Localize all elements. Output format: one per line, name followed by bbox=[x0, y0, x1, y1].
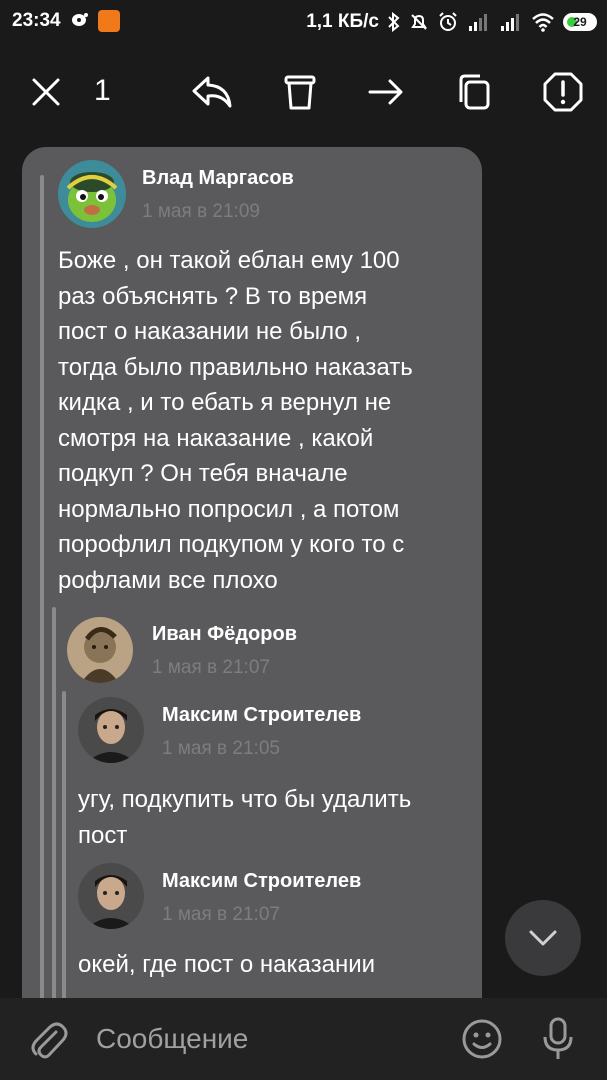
copy-button[interactable] bbox=[450, 68, 498, 116]
signal-icon-1 bbox=[469, 14, 487, 31]
avatar-image bbox=[58, 160, 126, 228]
message-input[interactable]: Сообщение bbox=[96, 1022, 436, 1056]
selection-toolbar: 1 bbox=[0, 44, 607, 140]
reply-icon bbox=[192, 76, 232, 108]
mute-icon bbox=[411, 14, 427, 30]
forward-button[interactable] bbox=[362, 68, 410, 116]
quote2-text: угу, подкупить что бы удалить пост bbox=[78, 786, 412, 849]
signal-icon-2 bbox=[501, 14, 519, 31]
avatar-image bbox=[67, 617, 133, 683]
close-icon bbox=[32, 78, 60, 106]
quote-line-nested-2 bbox=[62, 691, 66, 1047]
reply-button[interactable] bbox=[188, 68, 236, 116]
alarm-icon bbox=[439, 12, 457, 31]
avatar-image bbox=[78, 697, 144, 763]
quote3-author[interactable]: Максим Строителев bbox=[162, 870, 361, 893]
message-composer: Сообщение bbox=[0, 998, 607, 1080]
chevron-down-icon bbox=[529, 930, 557, 946]
post-date: 1 мая в 21:09 bbox=[142, 201, 260, 222]
wifi-icon bbox=[532, 13, 554, 32]
status-right-group: 1,1 КБ/с 29 bbox=[306, 10, 597, 34]
network-speed: 1,1 КБ/с bbox=[306, 11, 379, 32]
forwarded-message-card[interactable]: Влад Маргасов 1 мая в 21:09 Боже , он та… bbox=[22, 147, 482, 1047]
emoji-icon[interactable] bbox=[461, 1018, 503, 1060]
quote2-author[interactable]: Максим Строителев bbox=[162, 704, 361, 727]
battery-level: 29 bbox=[573, 15, 587, 29]
status-bar: 23:34 1,1 КБ/с 29 bbox=[0, 0, 607, 44]
avatar-vlad[interactable] bbox=[58, 160, 126, 228]
delete-button[interactable] bbox=[276, 68, 324, 116]
microphone-icon[interactable] bbox=[540, 1016, 576, 1062]
selected-count: 1 bbox=[94, 74, 111, 107]
bluetooth-icon bbox=[388, 12, 400, 32]
trash-icon bbox=[284, 75, 316, 110]
post-author[interactable]: Влад Маргасов bbox=[142, 167, 294, 190]
avatar-maksim[interactable] bbox=[78, 697, 144, 763]
scroll-down-button[interactable] bbox=[505, 900, 581, 976]
forward-icon bbox=[368, 79, 403, 105]
chat-notification-icon bbox=[72, 13, 88, 26]
report-icon bbox=[543, 72, 583, 112]
quote-line bbox=[40, 175, 44, 1047]
battery-indicator: 29 bbox=[563, 13, 597, 31]
quote1-date: 1 мая в 21:07 bbox=[152, 657, 270, 678]
status-time: 23:34 bbox=[12, 10, 61, 31]
quote1-author[interactable]: Иван Фёдоров bbox=[152, 623, 297, 646]
attach-icon[interactable] bbox=[28, 1018, 68, 1062]
avatar-ivan[interactable] bbox=[67, 617, 133, 683]
chat-screen: 23:34 1,1 КБ/с 29 1 Влад Маргасов 1 мая … bbox=[0, 0, 607, 1080]
report-button[interactable] bbox=[539, 68, 587, 116]
quote3-date: 1 мая в 21:07 bbox=[162, 904, 280, 925]
avatar-maksim[interactable] bbox=[78, 863, 144, 929]
quote2-date: 1 мая в 21:05 bbox=[162, 738, 280, 759]
quote-line-nested-1 bbox=[52, 607, 56, 1047]
avatar-image bbox=[78, 863, 144, 929]
close-button[interactable] bbox=[22, 68, 70, 116]
app-notification-icon bbox=[98, 10, 120, 32]
copy-icon bbox=[459, 74, 490, 110]
post-text: Боже , он такой еблан ему 100 раз объясн… bbox=[58, 247, 413, 594]
quote3-text: окей, где пост о наказании bbox=[78, 951, 376, 978]
